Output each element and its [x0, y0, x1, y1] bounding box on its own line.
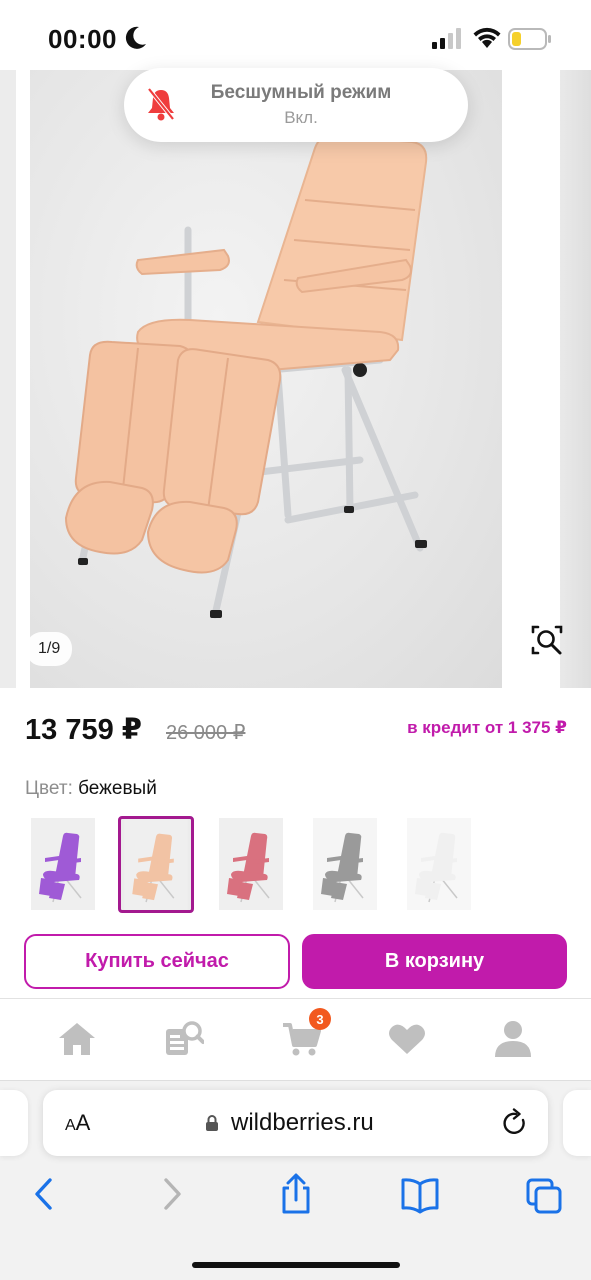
swatch-chair-pink [219, 818, 283, 910]
home-icon[interactable] [57, 1019, 97, 1059]
catalog-search-icon[interactable] [164, 1019, 204, 1059]
address-bar[interactable]: AA wildberries.ru [43, 1090, 548, 1156]
cellular-signal-icon [432, 28, 461, 49]
toast-title: Бесшумный режим [210, 82, 392, 103]
add-to-cart-button[interactable]: В корзину [302, 934, 567, 989]
old-price: 26 000 ₽ [166, 722, 246, 744]
previous-image-peek[interactable] [0, 70, 16, 688]
next-image-peek[interactable] [560, 70, 591, 688]
aa-large-glyph: A [75, 1110, 91, 1135]
battery-icon [508, 28, 551, 50]
favorites-heart-icon[interactable] [387, 1019, 427, 1059]
color-swatch-purple[interactable] [31, 818, 95, 910]
previous-tab-peek[interactable] [0, 1090, 28, 1156]
product-image[interactable] [30, 70, 502, 688]
status-bar: 00:00 [0, 0, 591, 70]
product-gallery[interactable] [0, 70, 591, 690]
app-bottom-nav [0, 998, 591, 1080]
reload-icon[interactable] [501, 1108, 529, 1138]
pedicure-chair-photo [64, 134, 428, 619]
silent-mode-toast: Бесшумный режим Вкл. [124, 68, 468, 142]
color-label: Цвет: [25, 778, 73, 799]
home-indicator [192, 1262, 400, 1268]
swatch-chair-purple [31, 818, 95, 910]
wifi-icon [473, 27, 501, 48]
tabs-icon[interactable] [525, 1172, 565, 1216]
next-tab-peek[interactable] [563, 1090, 591, 1156]
current-price: 13 759 ₽ [25, 714, 142, 746]
credit-offer-link[interactable]: в кредит от 1 375 ₽ [407, 718, 567, 738]
swatch-chair-gray [313, 818, 377, 910]
moon-icon [125, 26, 146, 49]
forward-chevron-icon[interactable] [152, 1172, 192, 1216]
color-value: бежевый [78, 778, 157, 799]
swatch-chair-white [407, 818, 471, 910]
lock-icon [206, 1115, 218, 1131]
visual-search-icon[interactable] [530, 624, 564, 656]
cart-count-badge: 3 [309, 1008, 331, 1030]
color-swatch-gray[interactable] [313, 818, 377, 910]
url-text: wildberries.ru [231, 1109, 374, 1136]
swatch-chair-beige [124, 819, 188, 910]
buy-now-button[interactable]: Купить сейчас [24, 934, 290, 989]
image-counter: 1/9 [26, 632, 73, 666]
color-swatch-pink[interactable] [219, 818, 283, 910]
back-chevron-icon[interactable] [24, 1172, 64, 1216]
toast-subtitle: Вкл. [284, 108, 318, 127]
aa-small-glyph: A [65, 1117, 76, 1134]
color-swatches [0, 816, 591, 916]
share-icon[interactable] [276, 1172, 316, 1216]
bookmarks-icon[interactable] [400, 1172, 440, 1216]
color-swatch-white[interactable] [407, 818, 471, 910]
color-selector-label: Цвет: бежевый [25, 778, 157, 800]
profile-icon[interactable] [493, 1019, 533, 1059]
status-time: 00:00 [48, 24, 117, 54]
color-swatch-beige[interactable] [118, 816, 194, 913]
page-settings-button[interactable]: AA [65, 1110, 90, 1136]
